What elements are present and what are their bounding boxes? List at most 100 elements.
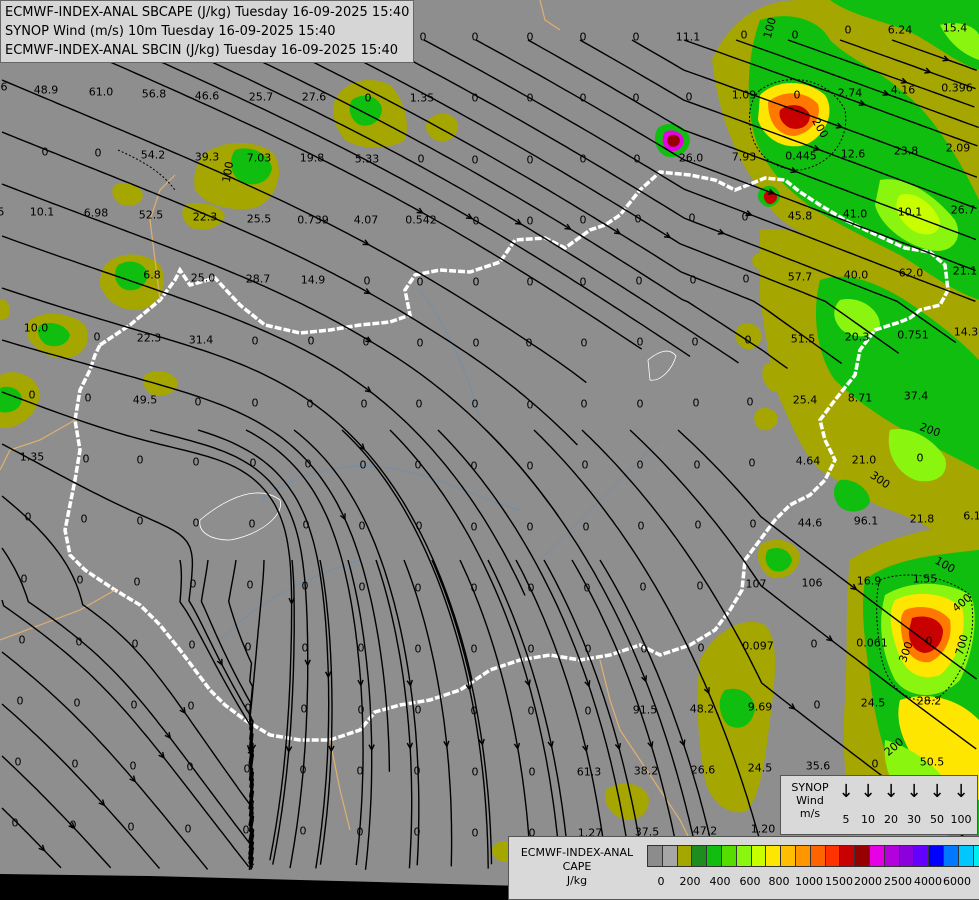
- streamline: [839, 39, 976, 90]
- cape-color-swatch: [914, 846, 930, 866]
- streamline: [293, 429, 420, 866]
- streamline: [1, 131, 578, 446]
- streamline: [459, 559, 532, 869]
- streamline: [1, 703, 161, 869]
- wind-arrow-icon: ↓: [953, 781, 969, 802]
- cape-legend-tick: 800: [768, 875, 790, 888]
- cape-color-swatch: [662, 846, 678, 866]
- cape-color-swatch: [840, 846, 856, 866]
- cape-color-swatch: [707, 846, 722, 866]
- cape-color-swatch: [692, 846, 708, 866]
- wind-speed-label: 20: [884, 813, 898, 826]
- cape-color-swatch: [677, 846, 693, 866]
- wind-arrow-icon: ↓: [906, 781, 922, 802]
- wind-speed-label: 50: [930, 813, 944, 826]
- streamline: [533, 429, 791, 869]
- synop-legend-title-line: m/s: [799, 807, 821, 820]
- cape-color-swatch: [766, 846, 782, 866]
- streamline: [891, 39, 977, 71]
- streamline: [245, 429, 364, 866]
- cape-legend-tick: 1500: [825, 875, 853, 888]
- cape-legend-title-line: J/kg: [566, 874, 588, 887]
- streamline: [735, 39, 979, 129]
- cape-legend-tick: 4000: [914, 875, 942, 888]
- streamline: [1, 443, 255, 866]
- synop-legend-title-line: SYNOP: [791, 781, 829, 794]
- streamline: [111, 39, 691, 357]
- wind-speed-label: 100: [950, 813, 972, 826]
- wind-speed-label: 30: [907, 813, 921, 826]
- streamline: [163, 39, 739, 364]
- cape-color-swatch: [648, 846, 663, 866]
- streamline: [215, 39, 788, 369]
- streamline: [200, 559, 254, 870]
- streamline: [267, 39, 843, 364]
- streamline: [475, 39, 976, 272]
- cape-legend-tick: 0: [657, 875, 665, 888]
- cape-color-swatch: [751, 846, 767, 866]
- streamline: [341, 429, 489, 869]
- cape-legend-tick: 400: [709, 875, 731, 888]
- weather-map[interactable]: 100 200 300 400 200 100 100 300 200 700 …: [0, 0, 979, 900]
- cape-color-swatch: [899, 846, 915, 866]
- streamline: [375, 559, 413, 869]
- streamline: [1, 755, 112, 869]
- streamline: [677, 429, 978, 680]
- cape-legend-tick: 2500: [884, 875, 912, 888]
- synop-legend-title: SYNOP Wind m/s: [787, 781, 833, 820]
- wind-speed-label: 10: [861, 813, 875, 826]
- cape-color-swatch: [810, 846, 826, 866]
- title-sbcape: ECMWF-INDEX-ANAL SBCAPE (J/kg) Tuesday 1…: [5, 5, 410, 20]
- synop-legend-title-line: Wind: [796, 794, 824, 807]
- cape-legend-tick: 6000: [943, 875, 971, 888]
- cape-legend-title-line: ECMWF-INDEX-ANAL: [520, 846, 634, 859]
- wind-arrow-icon: ↓: [929, 781, 945, 802]
- streamline: [197, 429, 330, 869]
- streamline: [389, 429, 561, 869]
- wind-speed-label: 5: [842, 813, 850, 826]
- cape-color-swatch: [855, 846, 870, 866]
- cape-color-swatch: [943, 846, 959, 866]
- cape-color-swatch: [869, 846, 885, 866]
- cape-color-swatch: [781, 846, 796, 866]
- streamline: [1, 547, 255, 866]
- cape-color-swatch: [958, 846, 974, 866]
- cape-legend-tick: 1000: [795, 875, 823, 888]
- synop-wind-legend: SYNOP Wind m/s ↓ ↓ ↓ ↓ ↓ ↓ 5 10 20 30 50…: [780, 775, 978, 835]
- cape-color-swatch: [736, 846, 752, 866]
- cape-color-swatch: [929, 846, 944, 866]
- streamline: [149, 429, 309, 869]
- streamline: [1, 495, 255, 868]
- cape-color-swatches: [647, 845, 979, 867]
- title-synop-wind: SYNOP Wind (m/s) 10m Tuesday 16-09-2025 …: [5, 24, 336, 39]
- streamline: [629, 429, 977, 750]
- streamline: [1, 183, 559, 517]
- streamline: [527, 39, 977, 241]
- wind-arrow-icon: ↓: [883, 781, 899, 802]
- cape-legend-title-line: CAPE: [562, 860, 592, 873]
- streamline: [1, 391, 293, 861]
- streamline: [1, 287, 473, 681]
- cape-legend-tick: 200: [679, 875, 701, 888]
- streamline: [1, 651, 209, 870]
- wind-streamlines: [1, 39, 979, 870]
- streamline: [59, 39, 643, 350]
- streamline: [1, 807, 62, 869]
- streamline: [437, 429, 632, 868]
- streamline: [179, 559, 255, 870]
- wind-arrow-icon: ↓: [860, 781, 876, 802]
- streamline: [787, 39, 975, 108]
- cape-color-legend: ECMWF-INDEX-ANAL CAPE J/kg 0 200 400 600 800…: [508, 836, 979, 900]
- streamline: [543, 559, 645, 867]
- cape-color-swatch: [795, 846, 811, 866]
- streamline: [515, 559, 608, 870]
- cape-color-swatch: [884, 846, 900, 866]
- streamline: [431, 559, 493, 865]
- cape-color-swatch: [973, 846, 979, 866]
- streamline: [319, 39, 900, 354]
- streamline: [1, 79, 587, 384]
- cape-color-swatch: [825, 846, 841, 866]
- cape-color-swatch: [721, 846, 737, 866]
- cape-legend-title: ECMWF-INDEX-ANAL CAPE J/kg: [513, 846, 641, 888]
- streamline: [248, 559, 265, 870]
